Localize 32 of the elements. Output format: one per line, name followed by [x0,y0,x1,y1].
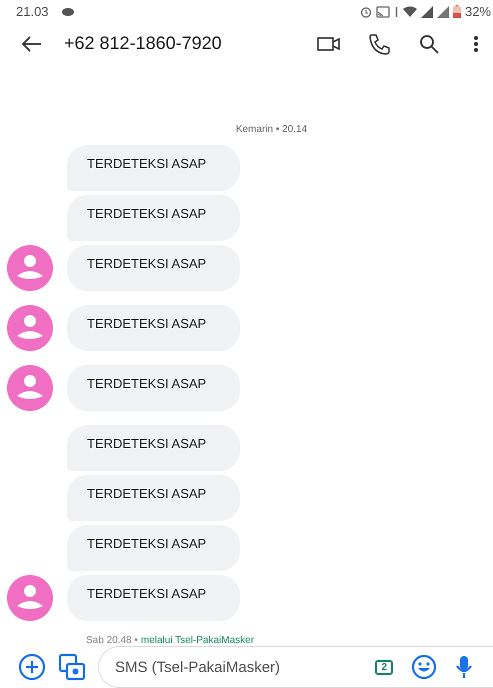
message-input[interactable]: SMS (Tsel-PakaiMasker) 2 [98,646,493,688]
battery-icon [452,5,461,18]
microphone-icon[interactable] [455,654,473,680]
contact-number: +62 812-1860-7920 [64,33,222,54]
alarm-icon [360,6,372,18]
phone-icon[interactable] [369,32,391,55]
date-label: Kemarin • 20.14 [234,124,308,135]
message-bubble: TERDETEKSI ASAP [67,475,240,521]
add-icon[interactable] [18,653,46,681]
cast-icon [376,6,390,18]
message-bubble: TERDETEKSI ASAP [67,145,240,191]
message-bubble: TERDETEKSI ASAP [67,305,240,351]
more-menu-icon[interactable] [473,34,479,53]
message-bubble: TERDETEKSI ASAP [67,575,240,621]
video-call-icon[interactable] [317,36,341,52]
emoji-icon[interactable] [411,654,437,680]
message-bubble: TERDETEKSI ASAP [67,425,240,471]
back-arrow-icon[interactable] [22,36,42,52]
signal-icon [420,6,433,18]
message-bubble: TERDETEKSI ASAP [67,525,240,571]
wifi-icon [402,6,417,18]
message-bubble: TERDETEKSI ASAP [67,365,240,411]
message-bubble: TERDETEKSI ASAP [67,245,240,291]
carrier-label: melalui Tsel-PakaiMasker [140,635,254,646]
sim-badge[interactable]: 2 [375,660,393,674]
message-time: Sab 20.48 • [86,635,138,646]
search-icon[interactable] [419,34,439,54]
status-time: 21.03 [16,4,49,20]
signal-icon [436,6,449,18]
message-bubble: TERDETEKSI ASAP [67,195,240,241]
gallery-icon[interactable] [58,653,86,681]
battery-percent: 32% [464,4,491,20]
